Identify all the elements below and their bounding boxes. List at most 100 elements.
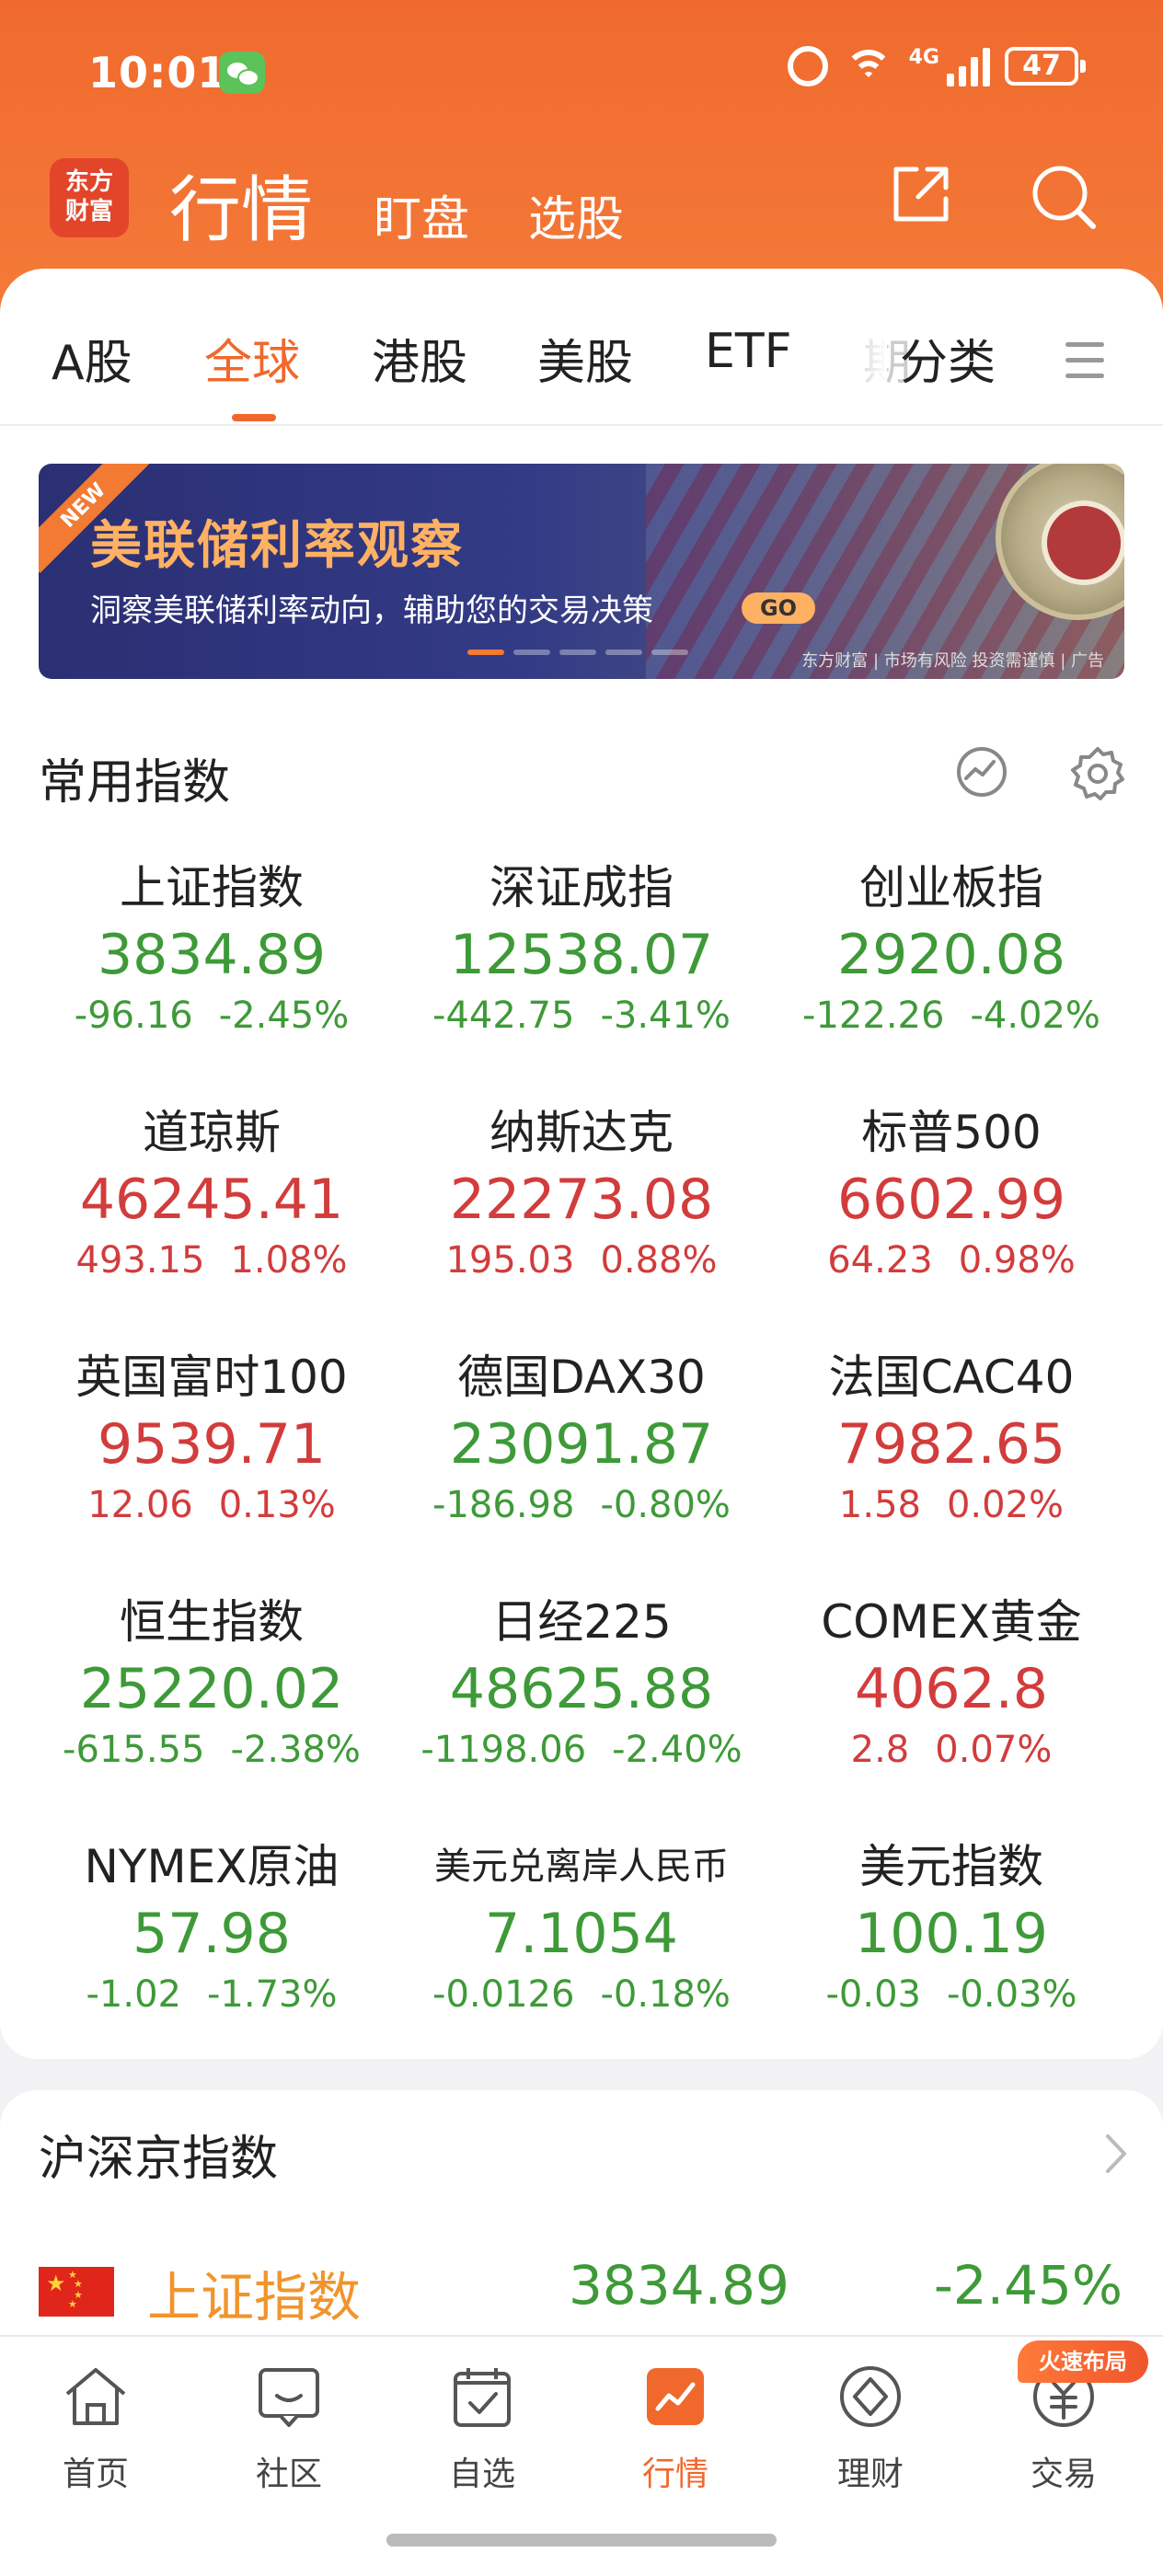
index-name: 日经225 bbox=[491, 1595, 672, 1649]
index-name: 英国富时100 bbox=[75, 1351, 348, 1404]
index-change-row: -442.75 -3.41% bbox=[397, 990, 766, 1041]
index-name: 美元指数 bbox=[859, 1840, 1043, 1893]
index-name: 法国CAC40 bbox=[828, 1351, 1075, 1404]
market-tabs-bar: A股 全球 港股 美股 ETF 期 分类 bbox=[0, 269, 1163, 425]
logo-text-top: 东方 bbox=[64, 168, 113, 196]
section-title-common-indices: 常用指数 bbox=[39, 755, 231, 811]
index-change: -1.02 bbox=[86, 1973, 181, 2016]
index-change: 195.03 bbox=[445, 1239, 575, 1282]
index-card[interactable]: 英国富时100 9539.71 12.06 0.13% bbox=[28, 1345, 396, 1531]
index-change: -0.03 bbox=[825, 1973, 921, 2016]
index-change-pct: 0.13% bbox=[218, 1484, 336, 1526]
index-change: 1.58 bbox=[838, 1484, 921, 1526]
menu-icon[interactable] bbox=[1065, 342, 1104, 379]
index-card[interactable]: 美元指数 100.19 -0.03 -0.03% bbox=[767, 1834, 1135, 2020]
fed-rate-banner[interactable]: NEW 美联储利率观察 洞察美联储利率动向，辅助您的交易决策 GO 东方财富 |… bbox=[39, 464, 1124, 679]
index-change: 64.23 bbox=[827, 1239, 933, 1282]
status-bar: 10:01 4G 47 bbox=[0, 0, 1163, 147]
checklist-icon bbox=[454, 2368, 511, 2427]
index-price: 12538.07 bbox=[449, 923, 714, 987]
index-change-pct: -4.02% bbox=[970, 995, 1100, 1037]
home-icon bbox=[65, 2368, 126, 2425]
index-card[interactable]: 道琼斯 46245.41 493.15 1.08% bbox=[28, 1100, 396, 1286]
divider bbox=[0, 424, 1163, 426]
logo-text-bottom: 财富 bbox=[64, 198, 113, 225]
index-change: -1198.06 bbox=[420, 1729, 587, 1771]
index-change: -615.55 bbox=[63, 1729, 205, 1771]
index-name: 道琼斯 bbox=[143, 1106, 281, 1159]
banner-title: 美联储利率观察 bbox=[90, 516, 464, 576]
banner-page-dots bbox=[467, 650, 688, 655]
banner-subtitle: 洞察美联储利率动向，辅助您的交易决策 bbox=[90, 592, 653, 629]
index-change-row: -1.02 -1.73% bbox=[28, 1969, 396, 2020]
header-tab-watch[interactable]: 盯盘 bbox=[374, 180, 469, 249]
index-name: 深证成指 bbox=[489, 861, 674, 914]
active-tab-indicator bbox=[232, 414, 276, 421]
nav-wealth[interactable]: 理财 bbox=[797, 2361, 944, 2495]
app-logo[interactable]: 东方 财富 bbox=[50, 158, 129, 237]
gear-icon[interactable] bbox=[1069, 745, 1126, 802]
tab-etf[interactable]: ETF bbox=[705, 324, 792, 379]
nav-community[interactable]: 社区 bbox=[215, 2361, 363, 2495]
index-price: 7.1054 bbox=[485, 1902, 678, 1966]
index-card[interactable]: 美元兑离岸人民币 7.1054 -0.0126 -0.18% bbox=[397, 1834, 766, 2020]
index-change: -0.0126 bbox=[432, 1973, 575, 2016]
banner-go-button[interactable]: GO bbox=[742, 592, 815, 624]
index-price: 100.19 bbox=[855, 1902, 1048, 1966]
index-change-row: -1198.06 -2.40% bbox=[397, 1724, 766, 1776]
index-name: COMEX黄金 bbox=[821, 1595, 1082, 1649]
nav-trade-label: 交易 bbox=[1030, 2455, 1097, 2493]
index-card[interactable]: 纳斯达克 22273.08 195.03 0.88% bbox=[397, 1100, 766, 1286]
index-name: 创业板指 bbox=[859, 861, 1043, 914]
search-icon[interactable] bbox=[1029, 162, 1099, 232]
index-change-row: 64.23 0.98% bbox=[767, 1235, 1135, 1286]
tab-us-stocks[interactable]: 美股 bbox=[537, 324, 633, 393]
index-card[interactable]: 上证指数 3834.89 -96.16 -2.45% bbox=[28, 856, 396, 1041]
index-name: 德国DAX30 bbox=[457, 1351, 706, 1404]
index-name: 美元兑离岸人民币 bbox=[434, 1846, 729, 1888]
index-card[interactable]: 日经225 48625.88 -1198.06 -2.40% bbox=[397, 1590, 766, 1776]
index-price: 4062.8 bbox=[855, 1657, 1048, 1721]
chart-swap-icon[interactable] bbox=[955, 745, 1008, 799]
nav-market[interactable]: 行情 bbox=[602, 2361, 749, 2495]
index-card[interactable]: 法国CAC40 7982.65 1.58 0.02% bbox=[767, 1345, 1135, 1531]
index-change-row: -96.16 -2.45% bbox=[28, 990, 396, 1041]
china-flag-icon: ★ ★ ★ ★ ★ bbox=[39, 2267, 114, 2317]
section-title-hs-indices[interactable]: 沪深京指数 bbox=[39, 2120, 278, 2189]
hs-row-name[interactable]: 上证指数 bbox=[147, 2254, 361, 2331]
promo-badge[interactable]: 火速布局 bbox=[1018, 2340, 1148, 2383]
nav-home[interactable]: 首页 bbox=[22, 2361, 169, 2495]
index-change-pct: 0.07% bbox=[935, 1729, 1053, 1771]
header-title[interactable]: 行情 bbox=[169, 153, 313, 256]
index-card[interactable]: 标普500 6602.99 64.23 0.98% bbox=[767, 1100, 1135, 1286]
chevron-right-icon[interactable] bbox=[1102, 2131, 1130, 2177]
index-change-row: 12.06 0.13% bbox=[28, 1479, 396, 1531]
index-change-row: 1.58 0.02% bbox=[767, 1479, 1135, 1531]
index-card[interactable]: 深证成指 12538.07 -442.75 -3.41% bbox=[397, 856, 766, 1041]
index-price: 2920.08 bbox=[836, 923, 1066, 987]
index-change-row: 2.8 0.07% bbox=[767, 1724, 1135, 1776]
index-change-row: -186.98 -0.80% bbox=[397, 1479, 766, 1531]
index-card[interactable]: 德国DAX30 23091.87 -186.98 -0.80% bbox=[397, 1345, 766, 1531]
nav-watchlist-label: 自选 bbox=[448, 2455, 515, 2493]
index-card[interactable]: COMEX黄金 4062.8 2.8 0.07% bbox=[767, 1590, 1135, 1776]
index-change-pct: 1.08% bbox=[230, 1239, 348, 1282]
index-price: 57.98 bbox=[132, 1902, 291, 1966]
share-icon[interactable] bbox=[889, 162, 953, 226]
index-card[interactable]: NYMEX原油 57.98 -1.02 -1.73% bbox=[28, 1834, 396, 2020]
header-tab-stock-picker[interactable]: 选股 bbox=[528, 180, 624, 249]
banner-disclaimer: 东方财富 | 市场有风险 投资需谨慎 | 广告 bbox=[801, 651, 1104, 671]
index-card[interactable]: 恒生指数 25220.02 -615.55 -2.38% bbox=[28, 1590, 396, 1776]
tab-category[interactable]: 分类 bbox=[900, 324, 996, 393]
index-change-pct: -2.38% bbox=[230, 1729, 361, 1771]
nav-watchlist[interactable]: 自选 bbox=[409, 2361, 556, 2495]
tab-global[interactable]: 全球 bbox=[204, 324, 300, 393]
index-price: 25220.02 bbox=[79, 1657, 344, 1721]
tab-hk-stocks[interactable]: 港股 bbox=[372, 324, 467, 393]
index-name: 纳斯达克 bbox=[489, 1106, 674, 1159]
tab-a-shares[interactable]: A股 bbox=[52, 324, 132, 393]
index-price: 6602.99 bbox=[836, 1167, 1066, 1232]
index-price: 7982.65 bbox=[836, 1412, 1066, 1477]
index-card[interactable]: 创业板指 2920.08 -122.26 -4.02% bbox=[767, 856, 1135, 1041]
status-time: 10:01 bbox=[88, 48, 228, 98]
